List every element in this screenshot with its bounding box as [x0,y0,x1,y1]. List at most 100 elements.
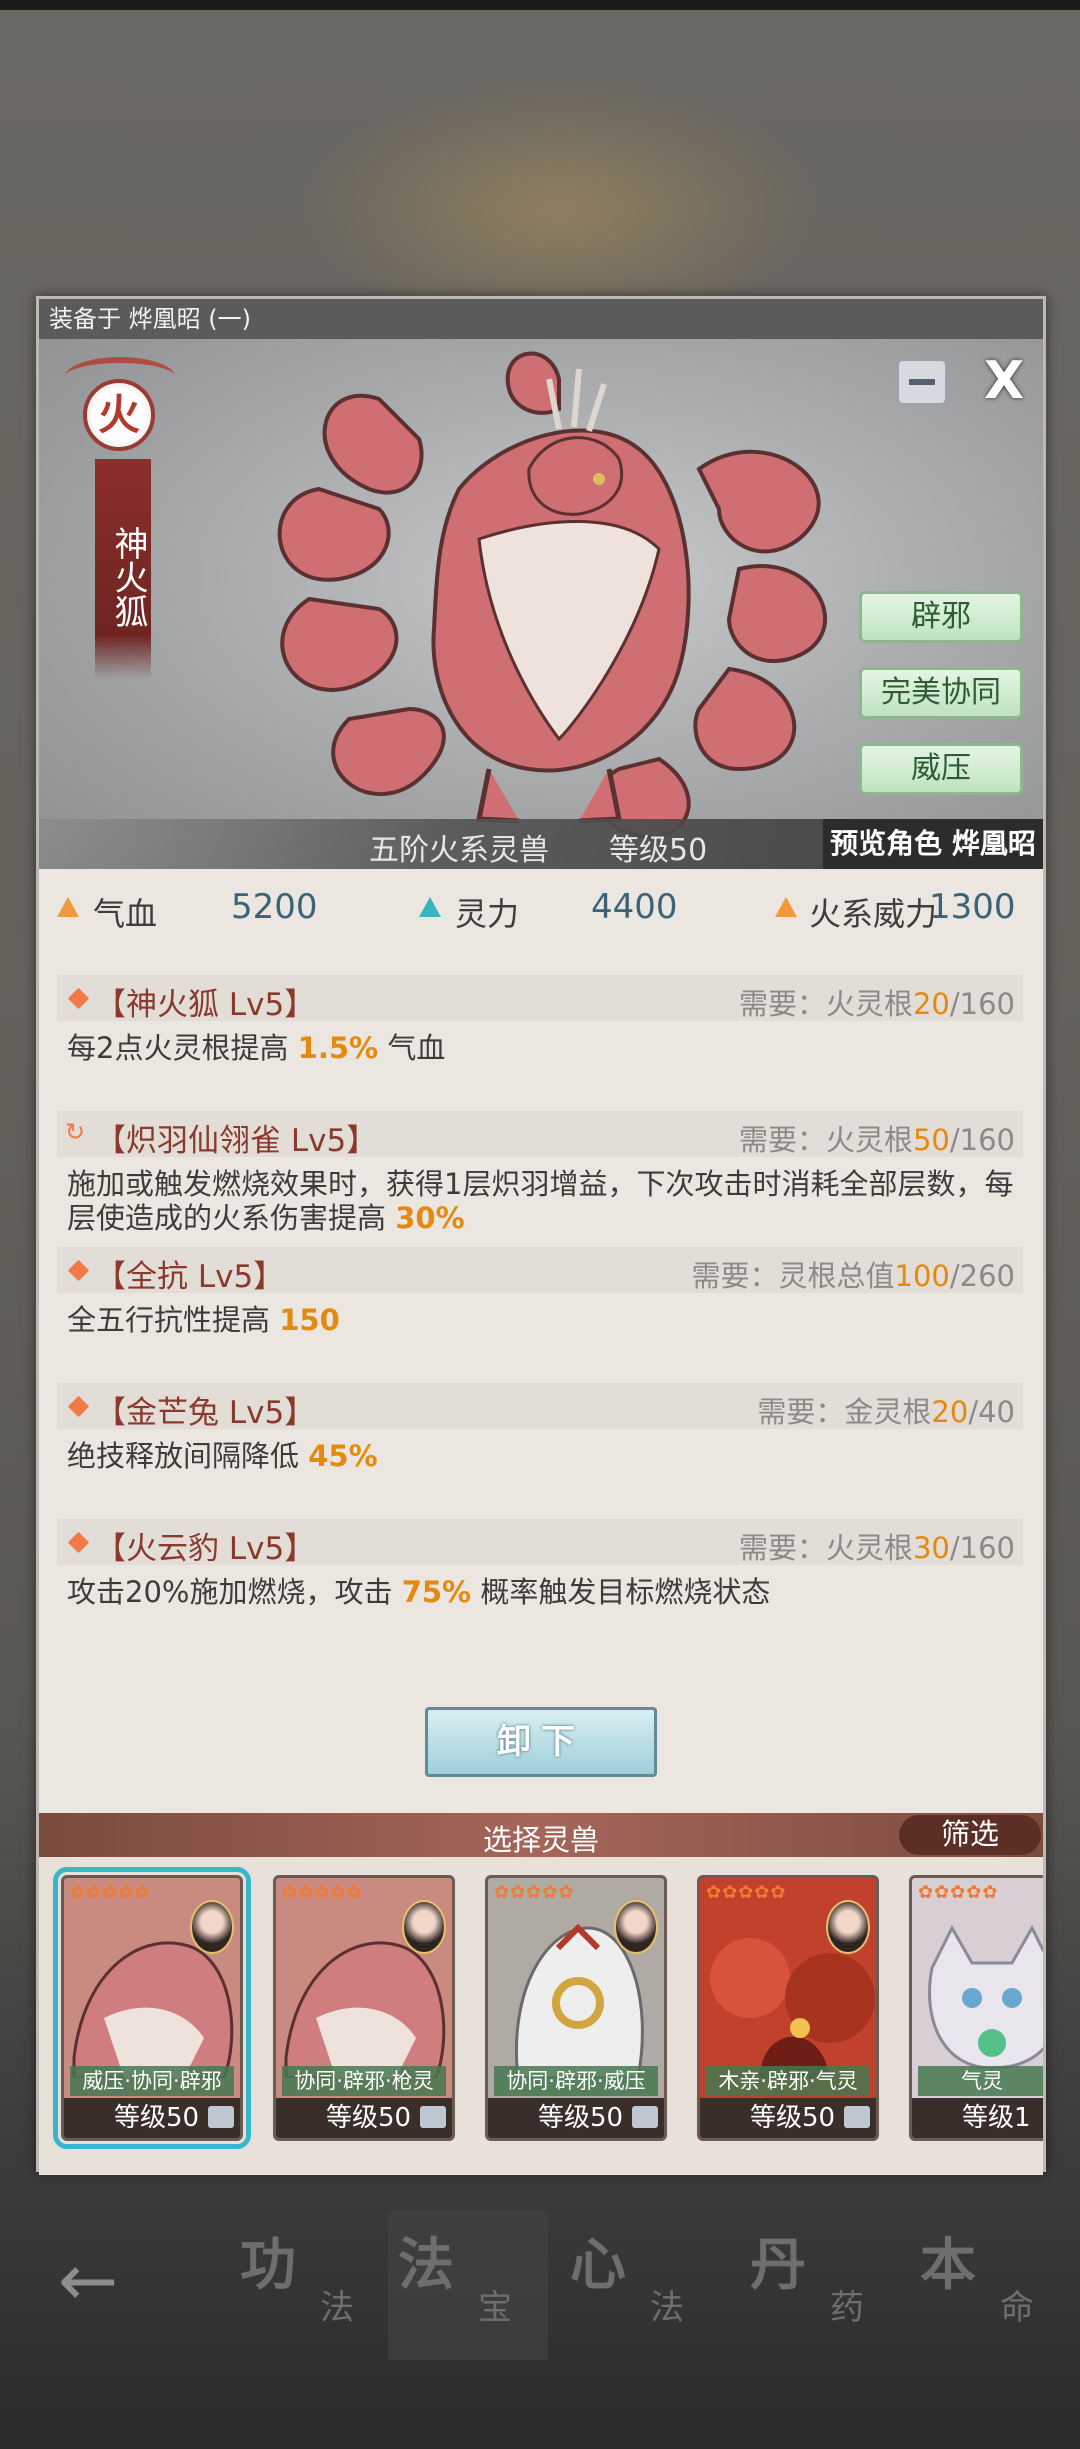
beast-card-art [928,1924,1043,2070]
desc-highlight: 45% [308,1439,378,1473]
avatar [190,1900,234,1954]
triangle-icon [775,897,797,917]
tab-benming[interactable]: 本 命 [910,2210,1070,2360]
skill-header: ↻ 【炽羽仙翎雀 Lv5】 需要：火灵根50/160 [57,1111,1023,1159]
req-current: 20 [912,987,950,1021]
desc-text: 气血 [378,1031,446,1065]
unequip-button[interactable]: 卸下 [425,1707,657,1777]
req-type: 火灵根 [825,987,913,1021]
skill-name: 【金芒兔 Lv5】 [95,1395,316,1431]
tab-sublabel: 药 [830,2288,864,2328]
star-rating: ✿✿✿✿✿ [70,1882,151,1903]
skill-name: 【全抗 Lv5】 [95,1259,285,1295]
arrow-left-icon[interactable]: ← [48,2244,128,2316]
stat-label: 火系威力 [809,895,938,933]
skill-entry: ↻ 【炽羽仙翎雀 Lv5】 需要：火灵根50/160 施加或触发燃烧效果时，获得… [57,1111,1023,1235]
bag-icon [844,2106,870,2128]
close-icon[interactable]: X [979,353,1029,409]
tab-xinfa[interactable]: 心 法 [560,2210,720,2360]
stat-value: 4400 [591,887,678,927]
skill-entry: 【全抗 Lv5】 需要：灵根总值100/260 全五行抗性提高 150 [57,1247,1023,1337]
refresh-icon: ↻ [65,1118,86,1146]
triangle-icon [57,897,79,917]
tab-sublabel: 法 [320,2288,354,2328]
skill-name: 【火云豹 Lv5】 [95,1531,316,1567]
desc-highlight: 30% [395,1201,465,1235]
skill-description: 攻击20%施加燃烧，攻击 75% 概率触发目标燃烧状态 [57,1575,1023,1609]
req-type: 火灵根 [825,1123,913,1157]
avatar [402,1900,446,1954]
skill-header: 【全抗 Lv5】 需要：灵根总值100/260 [57,1247,1023,1295]
beast-card-traits: 威压·协同·辟邪 [70,2066,234,2096]
skill-requirement: 需要：火灵根20/160 [739,981,1015,1023]
avatar [614,1900,658,1954]
req-label: 需要： [757,1395,845,1429]
desc-text: 概率触发目标燃烧状态 [471,1575,771,1609]
req-max: /260 [949,1259,1015,1293]
req-label: 需要： [691,1259,779,1293]
req-max: /160 [949,1123,1015,1157]
element-badge: 火 [83,379,155,451]
req-current: 50 [912,1123,950,1157]
stats-row: 气血 5200 灵力 4400 火系威力 1300 [39,879,1043,939]
tab-label: 本 [920,2232,976,2298]
trait-button[interactable]: 威压 [859,743,1023,795]
stat-value: 1300 [929,887,1016,927]
req-type: 灵根总值 [778,1259,895,1293]
beast-card-traits: 木亲·辟邪·气灵 [706,2066,870,2096]
stat-label: 灵力 [455,895,520,933]
preview-character[interactable]: 预览角色 烨凰昭 [823,819,1043,869]
beast-card-list[interactable]: ✿✿✿✿✿ 威压·协同·辟邪 等级50 ✿✿✿✿✿ 协同·辟邪·枪灵 等级50 … [39,1857,1043,2175]
beast-info-bar: 五阶火系灵兽 等级50 预览角色 烨凰昭 [39,819,1043,869]
status-strip [0,0,1080,10]
desc-text: 每2点火灵根提高 [67,1031,298,1065]
equipped-label: 装备于 烨凰昭 (一) [39,299,1043,339]
filter-button[interactable]: 筛选 [899,1815,1041,1855]
beast-card[interactable]: ✿✿✿✿✿ 协同·辟邪·枪灵 等级50 [273,1875,455,2141]
beast-hero: 火 神火狐 X 辟邪 完美协同 威压 五阶火系灵兽 等级50 预览角色 烨凰昭 [39,339,1043,869]
trait-button[interactable]: 完美协同 [859,667,1023,719]
skill-entry: 【金芒兔 Lv5】 需要：金灵根20/40 绝技释放间隔降低 45% [57,1383,1023,1473]
tab-danyao[interactable]: 丹 药 [740,2210,900,2360]
beast-level: 等级50 [609,833,708,868]
bag-icon [632,2106,658,2128]
tab-sublabel: 法 [650,2288,684,2328]
beast-card[interactable]: ✿✿✿✿✿ 威压·协同·辟邪 等级50 [53,1867,251,2149]
skill-requirement: 需要：金灵根20/40 [757,1389,1015,1431]
star-rating: ✿✿✿✿✿ [282,1882,363,1903]
tab-sublabel: 命 [1000,2288,1034,2328]
diamond-icon [67,1531,90,1554]
tab-fabao[interactable]: 法 宝 [388,2210,548,2360]
req-type: 火灵根 [825,1531,913,1565]
req-max: /160 [949,1531,1015,1565]
beast-card[interactable]: ✿✿✿✿✿ 木亲·辟邪·气灵 等级50 [697,1875,879,2141]
beast-card-traits: 协同·辟邪·枪灵 [282,2066,446,2096]
skill-header: 【火云豹 Lv5】 需要：火灵根30/160 [57,1519,1023,1567]
skill-name: 【神火狐 Lv5】 [95,987,316,1023]
star-rating: ✿✿✿✿✿ [494,1882,575,1903]
tab-label: 丹 [750,2232,806,2298]
triangle-icon [419,897,441,917]
skill-requirement: 需要：火灵根30/160 [739,1525,1015,1567]
diamond-icon [67,1395,90,1418]
bag-icon [420,2106,446,2128]
bag-icon[interactable] [897,359,947,405]
avatar [826,1900,870,1954]
tab-gongfa[interactable]: 功 法 [230,2210,390,2360]
name-ribbon: 神火狐 [95,459,151,679]
stat-label: 气血 [93,895,158,933]
select-title: 选择灵兽 [482,1823,599,1857]
diamond-icon [67,987,90,1010]
skill-description: 全五行抗性提高 150 [57,1303,1023,1337]
desc-highlight: 150 [279,1303,340,1337]
tab-label: 功 [240,2232,296,2298]
beast-card[interactable]: ✿✿✿✿✿ 气灵 等级1 [909,1875,1043,2141]
star-rating: ✿✿✿✿✿ [918,1882,999,1903]
skill-description: 每2点火灵根提高 1.5% 气血 [57,1031,1023,1065]
stat-value: 5200 [231,887,318,927]
skill-header: 【神火狐 Lv5】 需要：火灵根20/160 [57,975,1023,1023]
trait-button[interactable]: 辟邪 [859,591,1023,643]
req-current: 30 [912,1531,950,1565]
req-type: 金灵根 [844,1395,932,1429]
beast-card[interactable]: ✿✿✿✿✿ 协同·辟邪·威压 等级50 [485,1875,667,2141]
